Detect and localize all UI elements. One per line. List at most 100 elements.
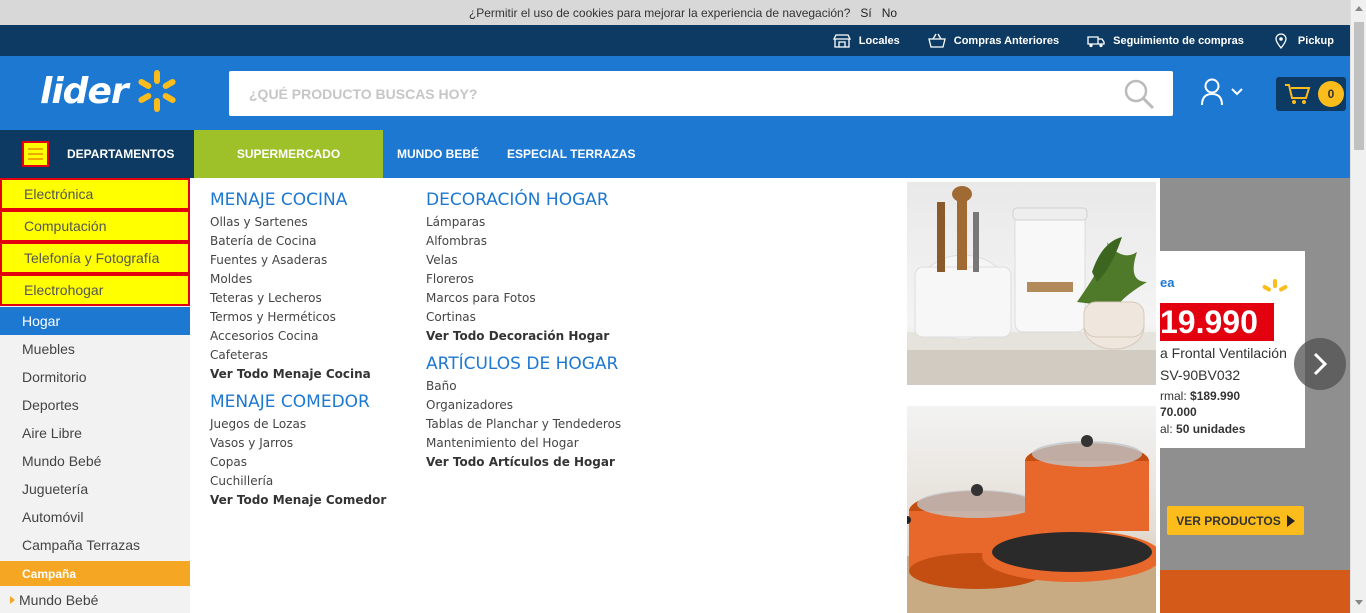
menu-link[interactable]: Baño [426,377,621,396]
menu-link[interactable]: Fuentes y Asaderas [210,251,386,270]
utility-bar: Locales Compras Anteriores Seguimiento d… [0,25,1350,56]
spark-icon [138,70,176,112]
sidebar-item-computacion[interactable]: Computación [0,210,190,242]
logo-wordmark: lider [40,70,129,112]
lider-logo[interactable]: lider [40,68,180,114]
departments-sidebar: Electrónica Computación Telefonía y Foto… [0,178,190,613]
nav-mundo-bebe[interactable]: MUNDO BEBÉ [383,147,493,161]
caret-right-icon [10,596,15,604]
menu-link[interactable]: Cuchillería [210,472,386,491]
sidebar-item-campana-terrazas[interactable]: Campaña Terrazas [0,531,190,559]
menu-link[interactable]: Copas [210,453,386,472]
menu-link[interactable]: Teteras y Lecheros [210,289,386,308]
util-compras-anteriores-link[interactable]: Compras Anteriores [927,33,1059,49]
menu-link[interactable]: Alfombras [426,232,621,251]
sidebar-item-electronica[interactable]: Electrónica [0,178,190,210]
promo-product-line2: SV-90BV032 [1160,367,1241,383]
menu-promo-image-pots[interactable] [907,406,1156,613]
promo-normal-price: rmal: $189.990 [1160,389,1241,403]
menu-link[interactable]: Cortinas [426,308,621,327]
user-icon [1201,78,1223,106]
menu-link[interactable]: Organizadores [426,396,621,415]
spark-icon [1262,279,1288,292]
scroll-down-icon[interactable] [1355,600,1363,605]
menu-link[interactable]: Vasos y Jarros [210,434,386,453]
menu-link[interactable]: Batería de Cocina [210,232,386,251]
cookie-decline-link[interactable]: No [882,6,897,20]
promo-price: 19.990 [1160,303,1274,341]
menu-heading-menaje-cocina[interactable]: MENAJE COCINA [210,190,386,210]
page-scrollbar[interactable] [1350,0,1366,613]
ver-productos-label: VER PRODUCTOS [1176,513,1281,528]
menu-promo-image-kitchen[interactable] [907,182,1156,385]
menu-link[interactable]: Lámparas [426,213,621,232]
menu-heading-menaje-comedor[interactable]: MENAJE COMEDOR [210,392,386,412]
search-input[interactable] [229,85,1109,102]
menu-link[interactable]: Cafeteras [210,346,386,365]
banner-footer-strip [1160,570,1350,613]
menu-link[interactable]: Mantenimiento del Hogar [426,434,621,453]
menu-heading-articulos-hogar[interactable]: ARTÍCULOS DE HOGAR [426,354,621,374]
menu-view-all-link[interactable]: Ver Todo Menaje Cocina [210,365,386,384]
sidebar-item-deportes[interactable]: Deportes [0,391,190,419]
chevron-right-icon [1313,352,1328,376]
util-locales-link[interactable]: Locales [832,33,900,49]
menu-view-all-link[interactable]: Ver Todo Artículos de Hogar [426,453,621,472]
sidebar-item-automovil[interactable]: Automóvil [0,503,190,531]
hero-promo-banner: ea 19.990 a Frontal Ventilación SV-90BV0… [1160,178,1350,613]
cookie-accept-link[interactable]: Sí [860,6,871,20]
hamburger-icon [22,141,49,167]
promo-second-price: 70.000 [1160,405,1197,419]
sidebar-item-muebles[interactable]: Muebles [0,335,190,363]
account-button[interactable] [1200,78,1244,106]
sidebar-item-dormitorio[interactable]: Dormitorio [0,363,190,391]
sidebar-item-hogar[interactable]: Hogar [0,307,190,335]
util-seguimiento-link[interactable]: Seguimiento de compras [1087,33,1244,49]
scroll-up-icon[interactable] [1355,6,1363,11]
promo-brand: ea [1160,275,1175,290]
menu-link[interactable]: Accesorios Cocina [210,327,386,346]
cart-button[interactable]: 0 [1276,77,1346,111]
menu-link[interactable]: Marcos para Fotos [426,289,621,308]
menu-column-2: DECORACIÓN HOGAR Lámparas Alfombras Vela… [426,190,621,472]
sidebar-campaign-header: Campaña [0,561,190,586]
util-item-label: Seguimiento de compras [1113,34,1244,47]
sidebar-campaign-item-mundo-bebe[interactable]: Mundo Bebé [0,586,190,613]
util-item-label: Locales [858,34,900,47]
departments-menu-button[interactable]: DEPARTAMENTOS [0,130,194,178]
util-item-label: Pickup [1297,34,1334,47]
promo-product-line1: a Frontal Ventilación [1160,345,1287,361]
menu-link[interactable]: Floreros [426,270,621,289]
sidebar-item-mundo-bebe[interactable]: Mundo Bebé [0,447,190,475]
menu-view-all-link[interactable]: Ver Todo Menaje Comedor [210,491,386,510]
search-bar [229,71,1173,116]
menu-link[interactable]: Moldes [210,270,386,289]
sidebar-item-jugueteria[interactable]: Juguetería [0,475,190,503]
nav-supermercado[interactable]: SUPERMERCADO [194,130,383,178]
scroll-thumb[interactable] [1354,22,1364,150]
sidebar-item-electrohogar[interactable]: Electrohogar [0,274,190,306]
sidebar-item-label: Mundo Bebé [19,592,99,608]
util-pickup-link[interactable]: Pickup [1272,32,1334,49]
play-arrow-icon [1286,514,1295,527]
cart-icon [1285,84,1311,104]
menu-link[interactable]: Termos y Herméticos [210,308,386,327]
menu-link[interactable]: Juegos de Lozas [210,415,386,434]
chevron-down-icon [1231,88,1243,96]
sidebar-item-telefonia[interactable]: Telefonía y Fotografía [0,242,190,274]
sidebar-item-aire-libre[interactable]: Aire Libre [0,419,190,447]
menu-link[interactable]: Ollas y Sartenes [210,213,386,232]
menu-link[interactable]: Velas [426,251,621,270]
departments-label: DEPARTAMENTOS [67,147,175,161]
search-icon[interactable] [1123,79,1155,109]
carousel-next-button[interactable] [1294,338,1346,390]
menu-view-all-link[interactable]: Ver Todo Decoración Hogar [426,327,621,346]
menu-link[interactable]: Tablas de Planchar y Tendederos [426,415,621,434]
basket-icon [927,33,946,48]
site-header: lider 0 [0,56,1350,130]
pin-icon [1275,32,1287,49]
ver-productos-button[interactable]: VER PRODUCTOS [1167,506,1304,535]
store-icon [832,33,851,48]
nav-especial-terrazas[interactable]: ESPECIAL TERRAZAS [493,147,649,161]
menu-heading-decoracion-hogar[interactable]: DECORACIÓN HOGAR [426,190,621,210]
